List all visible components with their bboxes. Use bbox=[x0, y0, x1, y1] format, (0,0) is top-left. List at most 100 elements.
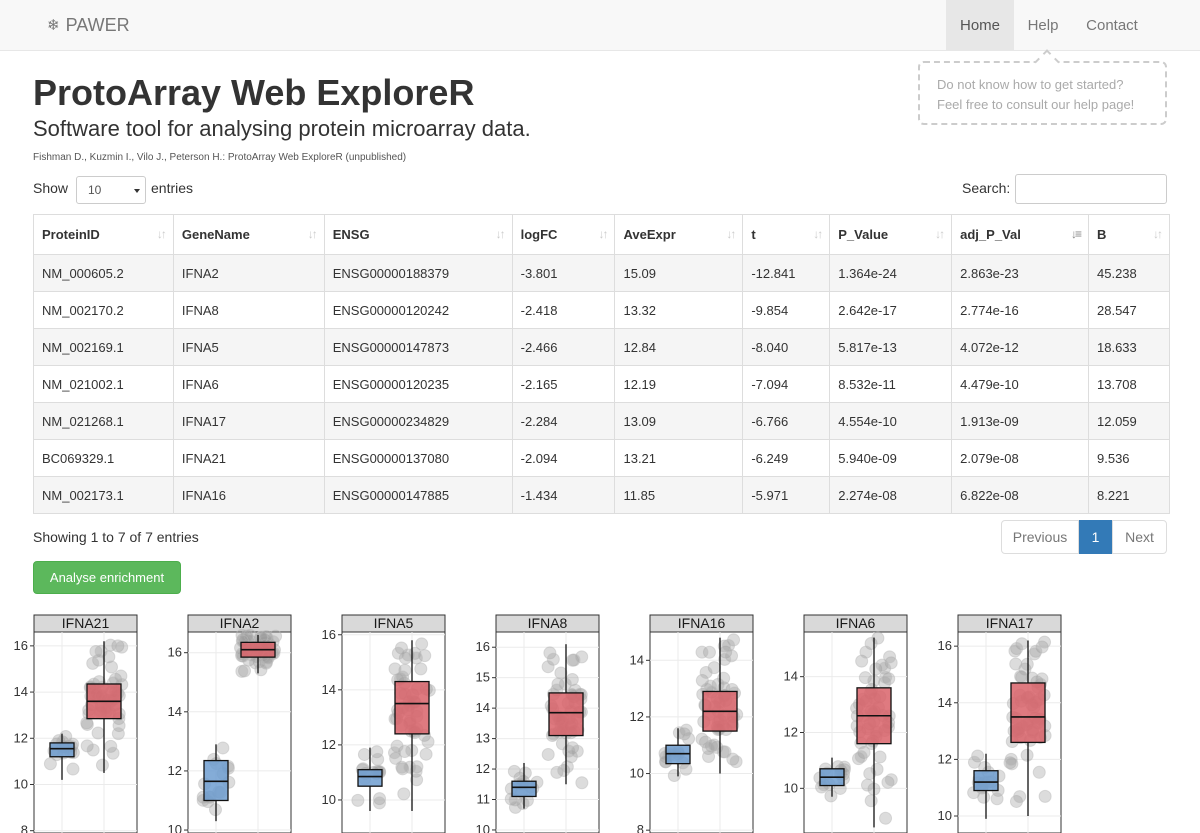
table-cell: 8.221 bbox=[1088, 476, 1170, 514]
data-point bbox=[518, 766, 532, 780]
next-page-button[interactable]: Next bbox=[1112, 520, 1167, 554]
data-point bbox=[414, 662, 428, 676]
page-length-select[interactable]: 10 bbox=[76, 176, 146, 204]
column-header-ensg[interactable]: ENSG ↓↑ bbox=[323, 214, 513, 255]
y-tick-label: 12 bbox=[322, 737, 336, 752]
nav-contact[interactable]: Contact bbox=[1072, 0, 1152, 51]
table-cell: NM_002173.1 bbox=[33, 476, 174, 514]
table-row[interactable]: NM_000605.2 IFNA2 ENSG00000188379 -3.801 15.… bbox=[33, 254, 1170, 292]
column-header-aveexpr[interactable]: AveExpr ↓↑ bbox=[614, 214, 744, 255]
y-tick-label: 10 bbox=[938, 808, 952, 823]
page-1-button[interactable]: 1 bbox=[1079, 520, 1112, 554]
data-point bbox=[870, 762, 884, 776]
box-red bbox=[394, 680, 430, 735]
table-cell: -3.801 bbox=[511, 254, 616, 292]
previous-page-button[interactable]: Previous bbox=[1001, 520, 1079, 554]
results-table: ProteinID ↓↑ GeneName ↓↑ ENSG ↓↑ logFC ↓↑ Av… bbox=[33, 214, 1170, 514]
column-header-label: logFC bbox=[520, 227, 558, 242]
table-row[interactable]: NM_002170.2 IFNA8 ENSG00000120242 -2.418 13.… bbox=[33, 291, 1170, 329]
y-tick-label: 13 bbox=[476, 731, 490, 746]
page-length-value: 10 bbox=[88, 183, 102, 197]
panel-title: IFNA5 bbox=[374, 615, 414, 631]
entries-label: entries bbox=[151, 180, 194, 196]
data-point bbox=[699, 665, 713, 679]
panel-title: IFNA16 bbox=[678, 615, 726, 631]
column-header-adj-p-val[interactable]: adj_P_Val ↓≡ bbox=[951, 214, 1089, 255]
panel-title: IFNA17 bbox=[986, 615, 1034, 631]
nav-help[interactable]: Help bbox=[1014, 0, 1072, 51]
table-row[interactable]: NM_021002.1 IFNA6 ENSG00000120235 -2.165 12.… bbox=[33, 365, 1170, 403]
sort-icon: ↓↑ bbox=[726, 227, 736, 241]
data-point bbox=[86, 656, 100, 670]
data-point bbox=[567, 653, 581, 667]
data-point bbox=[351, 793, 365, 807]
data-point bbox=[824, 789, 838, 803]
nav-home[interactable]: Home bbox=[946, 0, 1014, 51]
data-point bbox=[575, 776, 589, 790]
sort-icon: ↓↑ bbox=[598, 227, 608, 241]
brand-link[interactable]: ❄ PAWER bbox=[47, 14, 130, 36]
column-header-t[interactable]: t ↓↑ bbox=[742, 214, 831, 255]
table-row[interactable]: BC069329.1 IFNA21 ENSG00000137080 -2.094 13.… bbox=[33, 439, 1170, 477]
search-input[interactable] bbox=[1015, 174, 1167, 204]
sort-icon: ↓↑ bbox=[156, 227, 167, 241]
table-cell: -2.165 bbox=[511, 365, 616, 403]
table-cell: -1.434 bbox=[511, 476, 616, 514]
panel-title: IFNA21 bbox=[62, 615, 110, 631]
table-cell: 13.708 bbox=[1088, 365, 1170, 403]
y-tick-label: 14 bbox=[168, 704, 182, 719]
boxplot-panel-ifna2: IFNA2 10 12 14 16 bbox=[168, 614, 292, 833]
column-header-genename[interactable]: GeneName ↓↑ bbox=[172, 214, 325, 255]
column-header-label: P_Value bbox=[838, 227, 889, 242]
y-tick-label: 15 bbox=[476, 670, 490, 685]
table-row[interactable]: NM_021268.1 IFNA17 ENSG00000234829 -2.284 13… bbox=[33, 402, 1170, 440]
column-header-p-value[interactable]: P_Value ↓↑ bbox=[829, 214, 953, 255]
column-header-proteinid[interactable]: ProteinID ↓↑ bbox=[33, 214, 174, 255]
y-tick-label: 10 bbox=[476, 822, 490, 833]
data-point bbox=[541, 747, 555, 761]
table-cell: IFNA17 bbox=[172, 402, 325, 440]
table-info: Showing 1 to 7 of 7 entries bbox=[33, 529, 199, 545]
y-tick-label: 10 bbox=[14, 776, 28, 791]
data-point bbox=[884, 773, 898, 787]
table-cell: -2.094 bbox=[511, 439, 616, 477]
y-tick-label: 12 bbox=[630, 709, 644, 724]
search-label: Search: bbox=[962, 180, 1011, 196]
column-header-label: ProteinID bbox=[42, 227, 100, 242]
analyse-enrichment-button[interactable]: Analyse enrichment bbox=[33, 561, 181, 594]
table-header-row: ProteinID ↓↑ GeneName ↓↑ ENSG ↓↑ logFC ↓↑ Av… bbox=[33, 214, 1170, 255]
table-cell: 15.09 bbox=[614, 254, 744, 292]
column-header-b[interactable]: B ↓↑ bbox=[1088, 214, 1170, 255]
y-tick-label: 16 bbox=[14, 638, 28, 653]
data-point bbox=[695, 645, 709, 659]
data-point bbox=[1020, 657, 1034, 671]
table-cell: 4.479e-10 bbox=[951, 365, 1089, 403]
navbar: ❄ PAWER Home Help Contact bbox=[0, 0, 1200, 51]
help-callout: Do not know how to get started? Feel fre… bbox=[918, 61, 1167, 125]
table-cell: IFNA6 bbox=[172, 365, 325, 403]
data-point bbox=[104, 660, 118, 674]
table-cell: 13.09 bbox=[614, 402, 744, 440]
table-cell: ENSG00000137080 bbox=[323, 439, 513, 477]
table-row[interactable]: NM_002173.1 IFNA16 ENSG00000147885 -1.434 11… bbox=[33, 476, 1170, 514]
sort-ascending-icon: ↓≡ bbox=[1070, 227, 1082, 241]
data-point bbox=[570, 744, 584, 758]
table-cell: IFNA16 bbox=[172, 476, 325, 514]
table-cell: 1.364e-24 bbox=[829, 254, 953, 292]
table-cell: IFNA21 bbox=[172, 439, 325, 477]
paw-icon: ❄ bbox=[47, 17, 60, 34]
table-cell: -8.040 bbox=[742, 328, 831, 366]
data-point bbox=[560, 760, 574, 774]
table-row[interactable]: NM_002169.1 IFNA5 ENSG00000147873 -2.466 12.… bbox=[33, 328, 1170, 366]
data-point bbox=[507, 764, 521, 778]
data-point bbox=[1009, 657, 1023, 671]
data-point bbox=[508, 800, 522, 814]
data-point bbox=[421, 735, 435, 749]
table-cell: 11.85 bbox=[614, 476, 744, 514]
data-point bbox=[873, 750, 887, 764]
data-point bbox=[86, 743, 100, 757]
table-cell: 13.21 bbox=[614, 439, 744, 477]
column-header-logfc[interactable]: logFC ↓↑ bbox=[511, 214, 616, 255]
data-point bbox=[115, 640, 129, 654]
panel-title: IFNA8 bbox=[528, 615, 568, 631]
